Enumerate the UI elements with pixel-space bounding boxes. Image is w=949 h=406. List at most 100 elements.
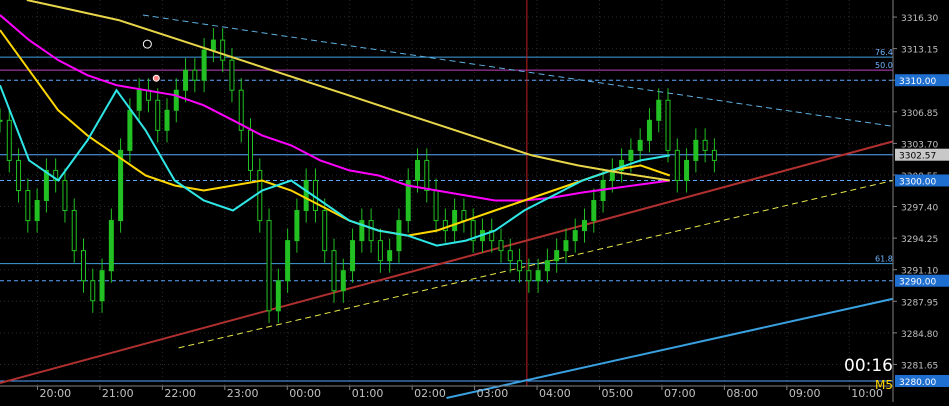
candle-body: [544, 260, 550, 272]
timeframe-label: M5: [875, 378, 893, 392]
x-tick-label: 05:00: [601, 387, 633, 400]
candle-body: [656, 99, 662, 121]
y-tick-label: 3316.30: [901, 14, 938, 24]
candle-body: [25, 189, 31, 222]
price-tag-label: 3300.00: [899, 177, 936, 187]
price-tag-label: 3302.57: [899, 152, 936, 162]
candle-body: [554, 250, 560, 262]
candle-body: [424, 159, 430, 191]
candle-body: [628, 149, 634, 161]
x-tick-label: 02:00: [414, 387, 446, 400]
candle-body: [173, 89, 179, 111]
candle-body: [34, 200, 40, 222]
trend-line: [142, 14, 894, 127]
candle-body: [322, 210, 328, 252]
candle-body: [452, 210, 458, 232]
candle-body: [155, 99, 161, 131]
y-tick-label: 3306.85: [901, 109, 938, 119]
x-tick-label: 07:00: [664, 387, 696, 400]
x-tick-label: 20:00: [39, 387, 71, 400]
candle-body: [498, 240, 504, 252]
candle-body: [99, 270, 105, 302]
candle-body: [350, 240, 356, 272]
price-tag-label: 3280.00: [899, 378, 936, 388]
x-tick-label: 09:00: [789, 387, 821, 400]
candle-body: [368, 220, 374, 242]
fib-level-label: 61.8: [875, 255, 893, 264]
moving-average-line: [26, 0, 670, 182]
candle-body: [275, 280, 281, 312]
candle-body: [210, 39, 216, 51]
candle-body: [294, 210, 300, 242]
candle-body: [6, 119, 12, 161]
candle-body: [127, 109, 133, 151]
y-tick-label: 3281.65: [901, 361, 938, 371]
candle-body: [201, 49, 207, 81]
candle-body: [136, 89, 142, 111]
candle-body: [517, 260, 523, 272]
candle-body: [674, 149, 680, 181]
trend-line: [446, 297, 894, 400]
candle-body: [43, 169, 49, 202]
signal-marker: [142, 39, 152, 49]
candle-body: [257, 169, 263, 222]
candle-body: [377, 240, 383, 262]
candle-body: [415, 159, 421, 181]
candle-body: [507, 250, 513, 262]
x-tick-label: 04:00: [539, 387, 571, 400]
candle-body: [572, 230, 578, 242]
candle-body: [582, 220, 588, 232]
candle-body: [90, 280, 96, 302]
candle-body: [71, 210, 77, 252]
candle-body: [183, 69, 189, 91]
bar-countdown: 00:16: [844, 356, 893, 376]
x-tick-label: 21:00: [102, 387, 134, 400]
x-tick-label: 01:00: [352, 387, 384, 400]
candle-body: [192, 69, 198, 81]
signal-marker: [152, 74, 160, 82]
candle-body: [229, 59, 235, 91]
price-tag-label: 3310.00: [899, 77, 936, 87]
x-tick-label: 03:00: [477, 387, 509, 400]
candle-body: [16, 159, 22, 191]
candle-body: [637, 139, 643, 151]
price-chart[interactable]: 76.4 50.0 61.8 20:00 21:00 22:00 23:00 00:00 01…: [0, 0, 949, 402]
x-tick-label: 08:00: [726, 387, 758, 400]
candle-body: [0, 119, 3, 122]
candle-body: [591, 200, 597, 222]
moving-average-line: [0, 29, 671, 237]
candle-body: [563, 240, 569, 252]
candle-body: [684, 159, 690, 181]
candle-body: [81, 250, 87, 282]
fib-level-label: 50.0: [875, 61, 893, 70]
moving-average-line: [0, 14, 670, 202]
candle-body: [340, 270, 346, 292]
y-tick-label: 3294.25: [901, 235, 938, 245]
candle-body: [526, 270, 532, 282]
candle-body: [535, 270, 541, 282]
candle-body: [164, 109, 170, 131]
candle-body: [62, 179, 68, 212]
y-tick-label: 3284.80: [901, 330, 938, 340]
y-tick-label: 3287.95: [901, 298, 938, 308]
y-tick-label: 3297.40: [901, 204, 938, 214]
candle-body: [646, 119, 652, 141]
x-tick-label: 22:00: [164, 387, 196, 400]
candle-body: [108, 220, 114, 272]
candle-body: [665, 99, 671, 151]
fib-level-label: 76.4: [875, 48, 893, 57]
candle-body: [396, 220, 402, 252]
trend-line: [0, 140, 894, 384]
candle-body: [248, 129, 254, 171]
x-tick-label: 00:00: [289, 387, 321, 400]
candle-body: [303, 179, 309, 212]
x-tick-label: 23:00: [227, 387, 259, 400]
candle-body: [461, 210, 467, 222]
candle-body: [266, 220, 272, 312]
candle-body: [387, 250, 393, 262]
candle-body: [285, 240, 291, 282]
y-tick-label: 3313.15: [901, 46, 938, 56]
candle-body: [702, 139, 708, 151]
chart-canvas[interactable]: 76.4 50.0 61.8 20:00 21:00 22:00 23:00 00:00 01…: [0, 0, 949, 402]
price-tag-label: 3290.00: [899, 278, 936, 288]
